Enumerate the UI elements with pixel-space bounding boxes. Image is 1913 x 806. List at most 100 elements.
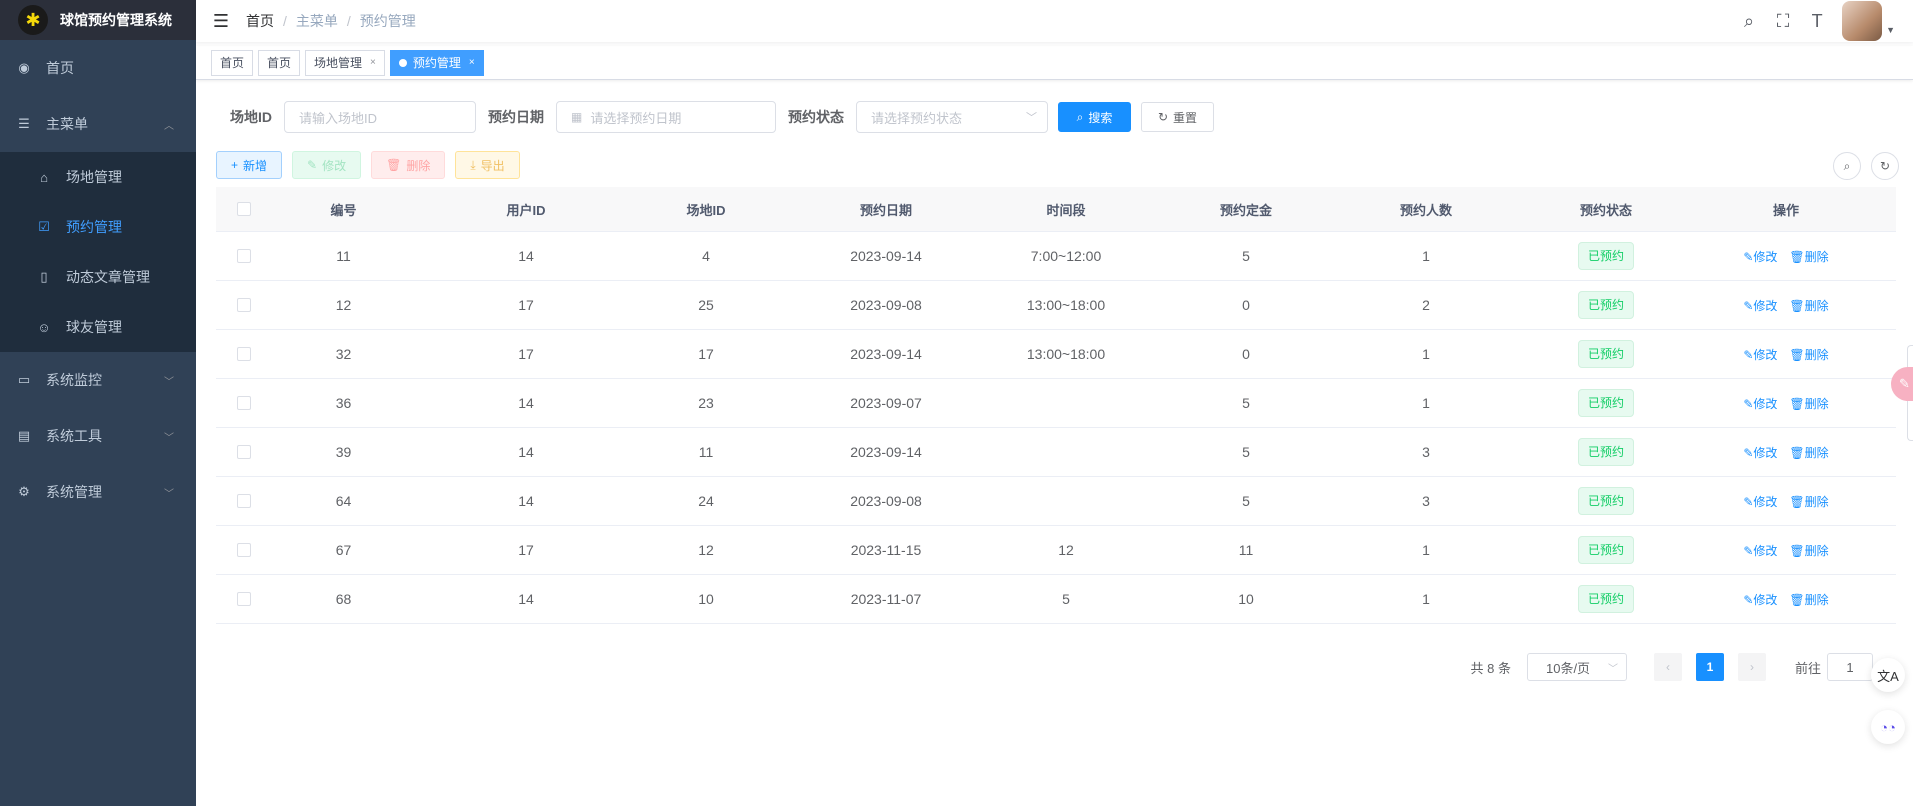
table-row: 12 17 25 2023-09-08 13:00~18:00 0 2 已预约 ✎修改 🗑删除 <box>216 281 1896 330</box>
breadcrumb-separator: / <box>283 13 287 29</box>
row-edit-button[interactable]: ✎修改 <box>1743 348 1777 362</box>
row-checkbox[interactable] <box>216 494 271 508</box>
table-cell-field: 24 <box>698 493 714 509</box>
status-badge: 已预约 <box>1577 438 1634 466</box>
chat-bot-icon[interactable]: ◔◔ <box>1871 710 1905 744</box>
row-delete-button[interactable]: 🗑删除 <box>1789 446 1828 460</box>
row-edit-button[interactable]: ✎修改 <box>1743 544 1777 558</box>
download-icon: ⤓ <box>470 157 476 172</box>
add-button[interactable]: + 新增 <box>216 151 283 179</box>
checkbox[interactable] <box>236 494 251 508</box>
row-edit-button[interactable]: ✎修改 <box>1743 495 1777 509</box>
sidebar-item-monitor[interactable]: ▭ 系统监控 ﹀ <box>0 352 196 408</box>
breadcrumb-home[interactable]: 首页 <box>246 11 274 31</box>
checkbox[interactable] <box>236 298 251 312</box>
row-delete-button[interactable]: 🗑删除 <box>1789 299 1828 313</box>
chevron-left-icon: ‹ <box>1665 660 1670 674</box>
page-size-select[interactable]: 10条/页 ﹀ <box>1526 653 1627 681</box>
sidebar-item-booking-manage[interactable]: ☑ 预约管理 <box>0 202 196 252</box>
row-checkbox[interactable] <box>216 249 271 263</box>
table-cell-field: 12 <box>698 542 714 558</box>
actions-cell: ✎修改 🗑删除 <box>1716 444 1856 461</box>
row-edit-button[interactable]: ✎修改 <box>1743 446 1777 460</box>
edit-button[interactable]: ✎ 修改 <box>292 151 362 179</box>
checkbox[interactable] <box>236 445 251 459</box>
close-icon[interactable]: × <box>469 51 475 75</box>
sidebar-item-player-manage[interactable]: ☺ 球友管理 <box>0 302 196 352</box>
row-delete-button[interactable]: 🗑删除 <box>1789 250 1828 264</box>
row-delete-button[interactable]: 🗑删除 <box>1789 348 1828 362</box>
table-row: 32 17 17 2023-09-14 13:00~18:00 0 1 已预约 ✎修改 🗑删除 <box>216 330 1896 379</box>
table-cell-id: 32 <box>335 346 352 362</box>
avatar[interactable] <box>1842 1 1883 41</box>
sidebar-item-field-manage[interactable]: ⌂ 场地管理 <box>0 152 196 202</box>
row-checkbox[interactable] <box>216 445 271 459</box>
checkbox[interactable] <box>236 202 251 216</box>
font-size-icon[interactable]: T <box>1800 11 1834 32</box>
page-number[interactable]: 1 <box>1695 653 1724 681</box>
navbar: ☰ 首页 / 主菜单 / 预约管理 ⌕ ⛶ T ▼ <box>196 0 1913 42</box>
checkbox[interactable] <box>236 592 251 606</box>
table-row: 64 14 24 2023-09-08 5 3 已预约 ✎修改 🗑删除 <box>216 477 1896 526</box>
sidebar-item-article-manage[interactable]: ▯ 动态文章管理 <box>0 252 196 302</box>
checkbox[interactable] <box>236 347 251 361</box>
row-checkbox[interactable] <box>216 298 271 312</box>
select-all-checkbox[interactable] <box>216 202 271 216</box>
search-button[interactable]: ⌕ 搜索 <box>1058 102 1131 132</box>
table-cell-people: 1 <box>1422 395 1430 411</box>
goto-input[interactable]: 1 <box>1827 653 1873 681</box>
row-delete-button[interactable]: 🗑删除 <box>1789 593 1828 607</box>
refresh-icon[interactable]: ↻ <box>1871 152 1899 180</box>
row-edit-label: 修改 <box>1753 347 1778 362</box>
chevron-right-icon: › <box>1749 660 1754 674</box>
next-page-button[interactable]: › <box>1737 653 1766 681</box>
table-cell-people: 1 <box>1422 591 1430 607</box>
breadcrumb-current: 预约管理 <box>359 13 416 29</box>
field-id-input[interactable]: 请输入场地ID <box>284 101 476 133</box>
row-delete-button[interactable]: 🗑删除 <box>1789 397 1828 411</box>
checkbox[interactable] <box>236 543 251 557</box>
table-cell-time: 5 <box>1062 591 1070 607</box>
hamburger-icon[interactable]: ☰ <box>196 11 246 32</box>
sidebar-item-home[interactable]: ◉ 首页 <box>0 40 196 96</box>
row-checkbox[interactable] <box>216 347 271 361</box>
column-header: 预约定金 <box>1219 202 1272 218</box>
table-cell-time: 13:00~18:00 <box>1026 297 1106 313</box>
tag-home[interactable]: 首页 <box>211 49 254 76</box>
date-picker[interactable]: ▦ 请选择预约日期 <box>556 101 776 133</box>
row-edit-button[interactable]: ✎修改 <box>1743 299 1777 313</box>
tag-field-manage[interactable]: 场地管理 × <box>305 49 385 76</box>
tag-home-2[interactable]: 首页 <box>258 49 301 76</box>
reset-button[interactable]: ↻ 重置 <box>1141 102 1214 132</box>
caret-down-icon[interactable]: ▼ <box>1886 25 1895 35</box>
calendar-icon: ▦ <box>571 110 583 124</box>
table-row: 67 17 12 2023-11-15 12 11 1 已预约 ✎修改 🗑删除 <box>216 526 1896 575</box>
row-delete-button[interactable]: 🗑删除 <box>1789 544 1828 558</box>
row-checkbox[interactable] <box>216 396 271 410</box>
translate-icon[interactable]: 文A <box>1871 658 1905 692</box>
row-delete-button[interactable]: 🗑删除 <box>1789 495 1828 509</box>
sidebar-item-system[interactable]: ⚙ 系统管理 ﹀ <box>0 464 196 520</box>
sidebar-item-label: 系统管理 <box>46 484 102 500</box>
row-edit-button[interactable]: ✎修改 <box>1743 593 1777 607</box>
close-icon[interactable]: × <box>370 51 376 75</box>
search-icon[interactable]: ⌕ <box>1732 11 1766 32</box>
checkbox[interactable] <box>236 249 251 263</box>
export-button[interactable]: ⤓ 导出 <box>455 151 520 179</box>
field-icon: ⌂ <box>40 169 48 185</box>
delete-button[interactable]: 🗑 删除 <box>371 151 446 179</box>
toggle-search-icon[interactable]: ⌕ <box>1833 152 1861 180</box>
row-edit-button[interactable]: ✎修改 <box>1743 397 1777 411</box>
row-edit-button[interactable]: ✎修改 <box>1743 250 1777 264</box>
tag-booking-manage[interactable]: 预约管理 × <box>389 49 484 76</box>
sidebar-item-tools[interactable]: ▤ 系统工具 ﹀ <box>0 408 196 464</box>
prev-page-button[interactable]: ‹ <box>1653 653 1682 681</box>
status-cell: 已预约 <box>1496 389 1716 417</box>
row-checkbox[interactable] <box>216 592 271 606</box>
fullscreen-icon[interactable]: ⛶ <box>1766 11 1800 32</box>
checkbox[interactable] <box>236 396 251 410</box>
sidebar-item-main-menu[interactable]: ☰ 主菜单 ︿ <box>0 96 196 152</box>
status-select[interactable]: 请选择预约状态 ﹀ <box>856 101 1048 133</box>
row-checkbox[interactable] <box>216 543 271 557</box>
table-cell-id: 36 <box>335 395 352 411</box>
